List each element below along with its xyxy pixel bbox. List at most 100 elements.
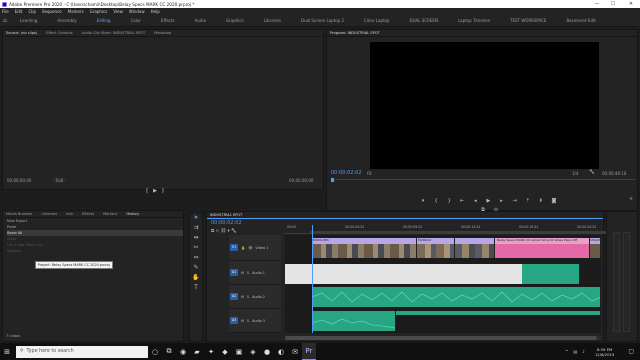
workspace-color[interactable]: Color xyxy=(121,18,151,23)
menu-edit[interactable]: Edit xyxy=(15,9,23,14)
app-icon[interactable]: ✉ xyxy=(288,343,302,360)
lift-icon[interactable]: ⇡ xyxy=(524,198,532,205)
graphic-clip[interactable]: Belay Specs MARK CC Linked Song 00 Glass… xyxy=(495,238,590,258)
track-target-a2[interactable]: A2 xyxy=(230,293,238,300)
ripple-edit-tool-icon[interactable]: ⇹ xyxy=(190,233,202,243)
premiere-taskbar-icon[interactable]: Pr xyxy=(302,343,316,360)
selection-tool-icon[interactable]: ➤ xyxy=(190,213,202,223)
go-to-in-icon[interactable]: ⇤ xyxy=(458,198,466,205)
add-button-icon[interactable]: + xyxy=(629,196,633,202)
video-clip[interactable] xyxy=(455,238,495,258)
workspace-assembly[interactable]: Assembly xyxy=(47,18,86,23)
hand-tool-icon[interactable]: ✋ xyxy=(190,273,202,283)
tray-chevron-icon[interactable]: ^ xyxy=(565,349,568,354)
maximize-button[interactable]: ☐ xyxy=(606,0,620,8)
volume-icon[interactable]: ♪ xyxy=(582,349,585,354)
selected-range[interactable] xyxy=(285,264,522,284)
app-icon[interactable]: ◈ xyxy=(246,343,260,360)
history-item[interactable]: Replace xyxy=(7,248,183,254)
solo-icon[interactable]: S xyxy=(247,295,249,299)
track-target-v1[interactable]: V1 xyxy=(230,244,238,251)
mark-in-icon[interactable]: { xyxy=(432,198,440,205)
notifications-icon[interactable]: ▢ xyxy=(628,348,634,355)
mark-out-icon[interactable]: } xyxy=(159,188,167,195)
pen-tool-icon[interactable]: ✎ xyxy=(190,263,202,273)
menu-sequence[interactable]: Sequence xyxy=(42,9,62,14)
tab-sequence[interactable]: INDUSTRIAL SPOT xyxy=(210,213,242,217)
add-marker-icon[interactable]: ▾ xyxy=(419,198,427,205)
tab-effect-controls[interactable]: Effect Controls xyxy=(46,31,72,35)
source-fit-dropdown[interactable]: Full xyxy=(53,178,66,183)
solo-icon[interactable]: S xyxy=(247,319,249,323)
close-button[interactable]: ✕ xyxy=(624,0,638,8)
program-scrubber[interactable] xyxy=(331,179,635,180)
timeline-playhead[interactable] xyxy=(312,225,313,333)
tab-effects[interactable]: Effects xyxy=(82,212,94,216)
tab-markers[interactable]: Markers xyxy=(103,212,117,216)
settings-wrench-icon[interactable]: 🔧 xyxy=(589,170,595,175)
workspace-audio[interactable]: Audio xyxy=(185,18,216,23)
app-icon[interactable]: ◆ xyxy=(218,343,232,360)
nest-icon[interactable]: ⧉ xyxy=(211,229,214,234)
menu-help[interactable]: Help xyxy=(151,9,160,14)
snap-icon[interactable]: ∩ xyxy=(216,229,219,234)
program-timecode-playhead[interactable]: 00:00:02:02 xyxy=(331,170,362,176)
file-explorer-icon[interactable]: ▰ xyxy=(190,343,204,360)
export-frame-icon[interactable]: ◙ xyxy=(550,198,558,205)
workspace-learning[interactable]: Learning xyxy=(10,18,47,23)
razor-tool-icon[interactable]: ✂ xyxy=(190,243,202,253)
menu-view[interactable]: View xyxy=(113,9,123,14)
cortana-icon[interactable]: ○ xyxy=(148,343,162,360)
workspace-dual-screen[interactable]: DUAL SCREEN xyxy=(400,18,448,23)
mark-out-icon[interactable]: } xyxy=(445,198,453,205)
workspace-laptop-timeline[interactable]: Laptop Timeline xyxy=(448,18,500,23)
app-icon[interactable]: ◐ xyxy=(274,343,288,360)
video-clip[interactable]: MVI0022 xyxy=(417,238,455,258)
workspace-dual-screen-laptop-2[interactable]: Dual Screen Laptop 2 xyxy=(291,18,354,23)
mark-in-icon[interactable]: { xyxy=(143,188,151,195)
workspace-libraries[interactable]: Libraries xyxy=(254,18,291,23)
taskbar-search-box[interactable]: ⚲ Type here to search xyxy=(16,345,148,358)
mute-icon[interactable]: M xyxy=(241,271,244,275)
mute-icon[interactable]: M xyxy=(241,319,244,323)
tab-program[interactable]: Program: INDUSTRIAL SPOT xyxy=(330,31,380,35)
windows-start-icon[interactable]: ⊞ xyxy=(0,343,14,360)
add-marker-icon[interactable]: ▾ xyxy=(228,229,230,234)
chrome-icon[interactable]: ◉ xyxy=(176,343,190,360)
program-resolution-dropdown[interactable]: 1/4 xyxy=(572,171,578,176)
lock-icon[interactable]: 🔒 xyxy=(241,246,245,250)
linked-selection-icon[interactable]: ⛓ xyxy=(220,229,226,234)
track-target-a3[interactable]: A3 xyxy=(230,317,238,324)
solo-icon[interactable]: S xyxy=(247,271,249,275)
workspace-effects[interactable]: Effects xyxy=(151,18,185,23)
type-tool-icon[interactable]: T xyxy=(190,283,202,293)
tab-audio-clip-mixer[interactable]: Audio Clip Mixer: INDUSTRIAL SPOT xyxy=(82,31,146,35)
app-icon[interactable]: ✦ xyxy=(204,343,218,360)
wrench-icon[interactable]: 🔧 xyxy=(231,229,237,234)
program-playhead[interactable] xyxy=(331,178,334,182)
program-fit-dropdown[interactable]: Fit xyxy=(367,171,372,176)
workspace-graphics[interactable]: Graphics xyxy=(216,18,254,23)
menu-clip[interactable]: Clip xyxy=(28,9,36,14)
menu-file[interactable]: File xyxy=(2,9,9,14)
scrollbar-thumb[interactable] xyxy=(285,336,597,340)
tab-info[interactable]: Info xyxy=(66,212,73,216)
eye-icon[interactable]: 👁 xyxy=(248,246,252,250)
track-target-a1[interactable]: A1 xyxy=(230,269,238,276)
slip-tool-icon[interactable]: ⇔ xyxy=(190,253,202,263)
audio-clip[interactable] xyxy=(312,287,601,307)
timeline-timecode[interactable]: 00:00:02:02 xyxy=(211,220,242,226)
workspace-test[interactable]: TEST WORKSPACE xyxy=(500,18,556,23)
mute-icon[interactable]: M xyxy=(241,295,244,299)
home-icon[interactable]: ⌂ xyxy=(0,17,10,24)
video-clip[interactable]: RUN1.MP4 xyxy=(312,238,417,258)
task-view-icon[interactable]: ⧉ xyxy=(162,343,176,360)
workspace-color-laptop[interactable]: Color Laptop xyxy=(354,18,400,23)
tab-media-browser[interactable]: Media Browser xyxy=(6,212,33,216)
tab-libraries[interactable]: Libraries xyxy=(42,212,58,216)
audio-clip[interactable] xyxy=(522,264,580,284)
track-area[interactable]: RUN1.MP4 MVI0022 Belay Specs MARK CC Lin… xyxy=(285,225,601,333)
audio-clip[interactable] xyxy=(396,311,601,315)
tab-source[interactable]: Source: (no clips) xyxy=(6,31,37,35)
minimize-button[interactable]: — xyxy=(590,0,604,8)
